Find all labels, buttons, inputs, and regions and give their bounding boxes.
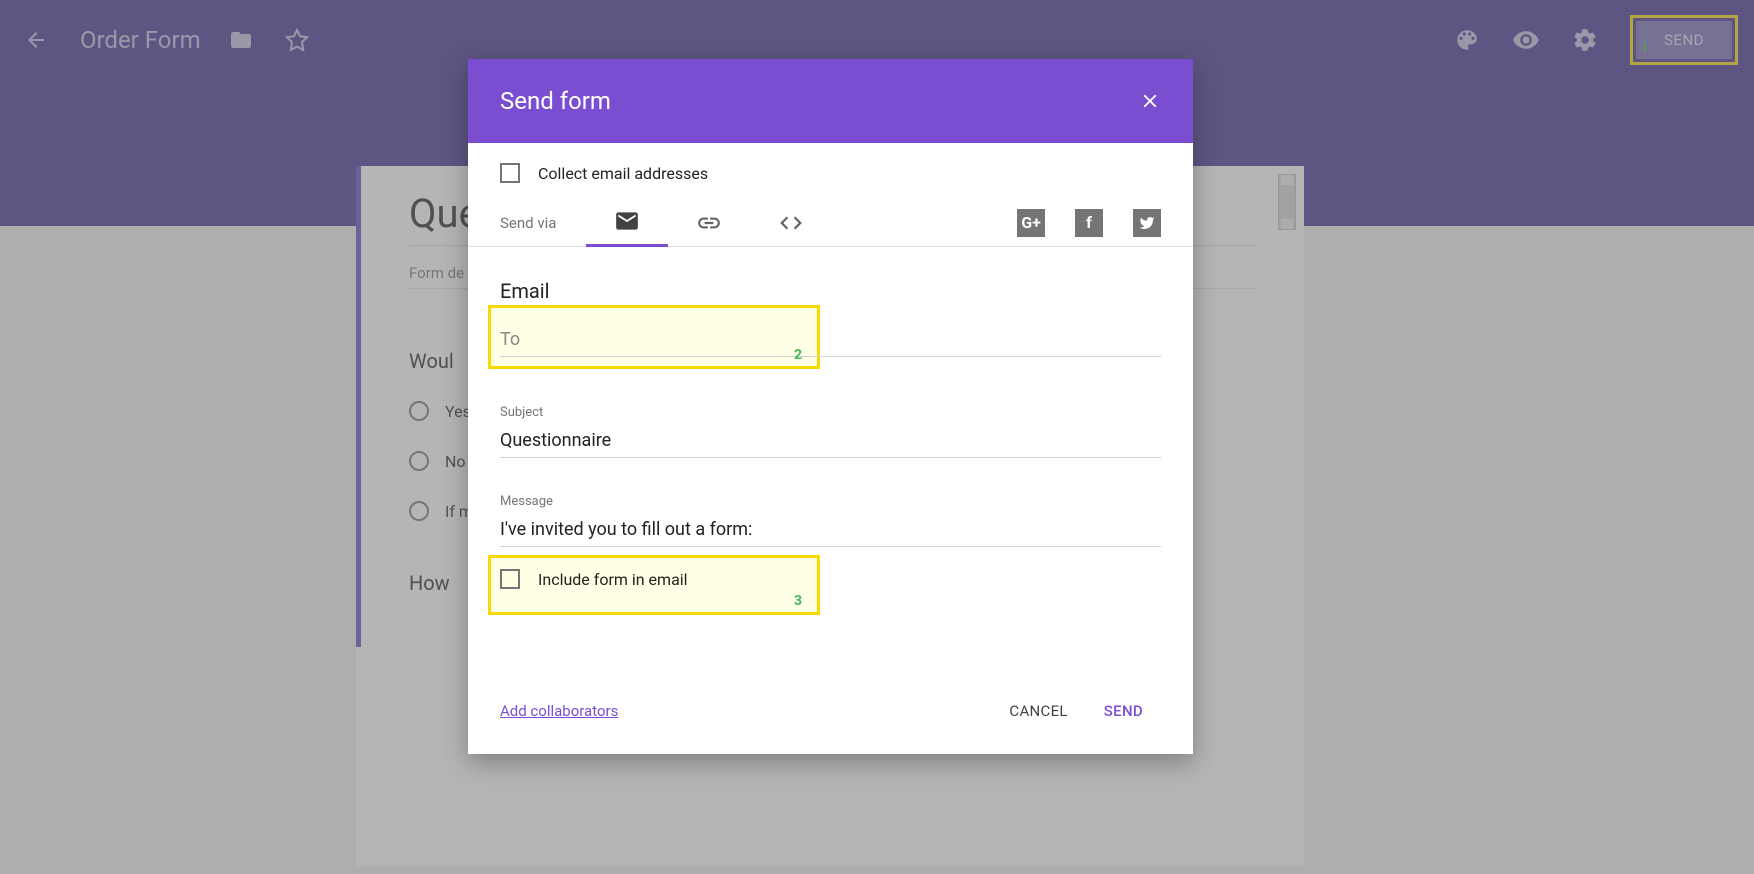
message-input[interactable] [500, 513, 1161, 547]
annotation-2: 2 [794, 347, 802, 363]
modal-title: Send form [500, 87, 1139, 115]
modal-header: Send form [468, 59, 1193, 143]
subject-input[interactable] [500, 424, 1161, 458]
checkbox-icon [500, 163, 520, 183]
facebook-icon[interactable]: f [1075, 209, 1103, 237]
email-heading: Email [500, 279, 1161, 303]
annotation-3: 3 [794, 593, 802, 609]
modal-footer: Add collaborators CANCEL SEND [468, 674, 1193, 754]
close-icon[interactable] [1139, 90, 1161, 112]
include-form-label: Include form in email [538, 570, 688, 589]
collect-email-label: Collect email addresses [538, 164, 708, 183]
checkbox-icon [500, 569, 520, 589]
tab-embed[interactable] [750, 199, 832, 247]
send-form-modal: Send form Collect email addresses Send v… [468, 59, 1193, 754]
modal-body: Collect email addresses Send via G+ f Em… [468, 143, 1193, 674]
subject-label: Subject [500, 405, 1161, 420]
tab-link[interactable] [668, 199, 750, 247]
include-form-row[interactable]: Include form in email [500, 559, 1161, 589]
add-collaborators-link[interactable]: Add collaborators [500, 702, 618, 720]
tab-email[interactable] [586, 199, 668, 247]
send-via-tabs: Send via G+ f [468, 199, 1193, 247]
message-label: Message [500, 494, 1161, 509]
send-via-label: Send via [500, 214, 556, 232]
collect-email-row[interactable]: Collect email addresses [500, 163, 1161, 183]
twitter-icon[interactable] [1133, 209, 1161, 237]
cancel-button[interactable]: CANCEL [991, 692, 1085, 730]
modal-send-button[interactable]: SEND [1086, 692, 1161, 730]
to-input[interactable] [500, 323, 1161, 357]
google-plus-icon[interactable]: G+ [1017, 209, 1045, 237]
